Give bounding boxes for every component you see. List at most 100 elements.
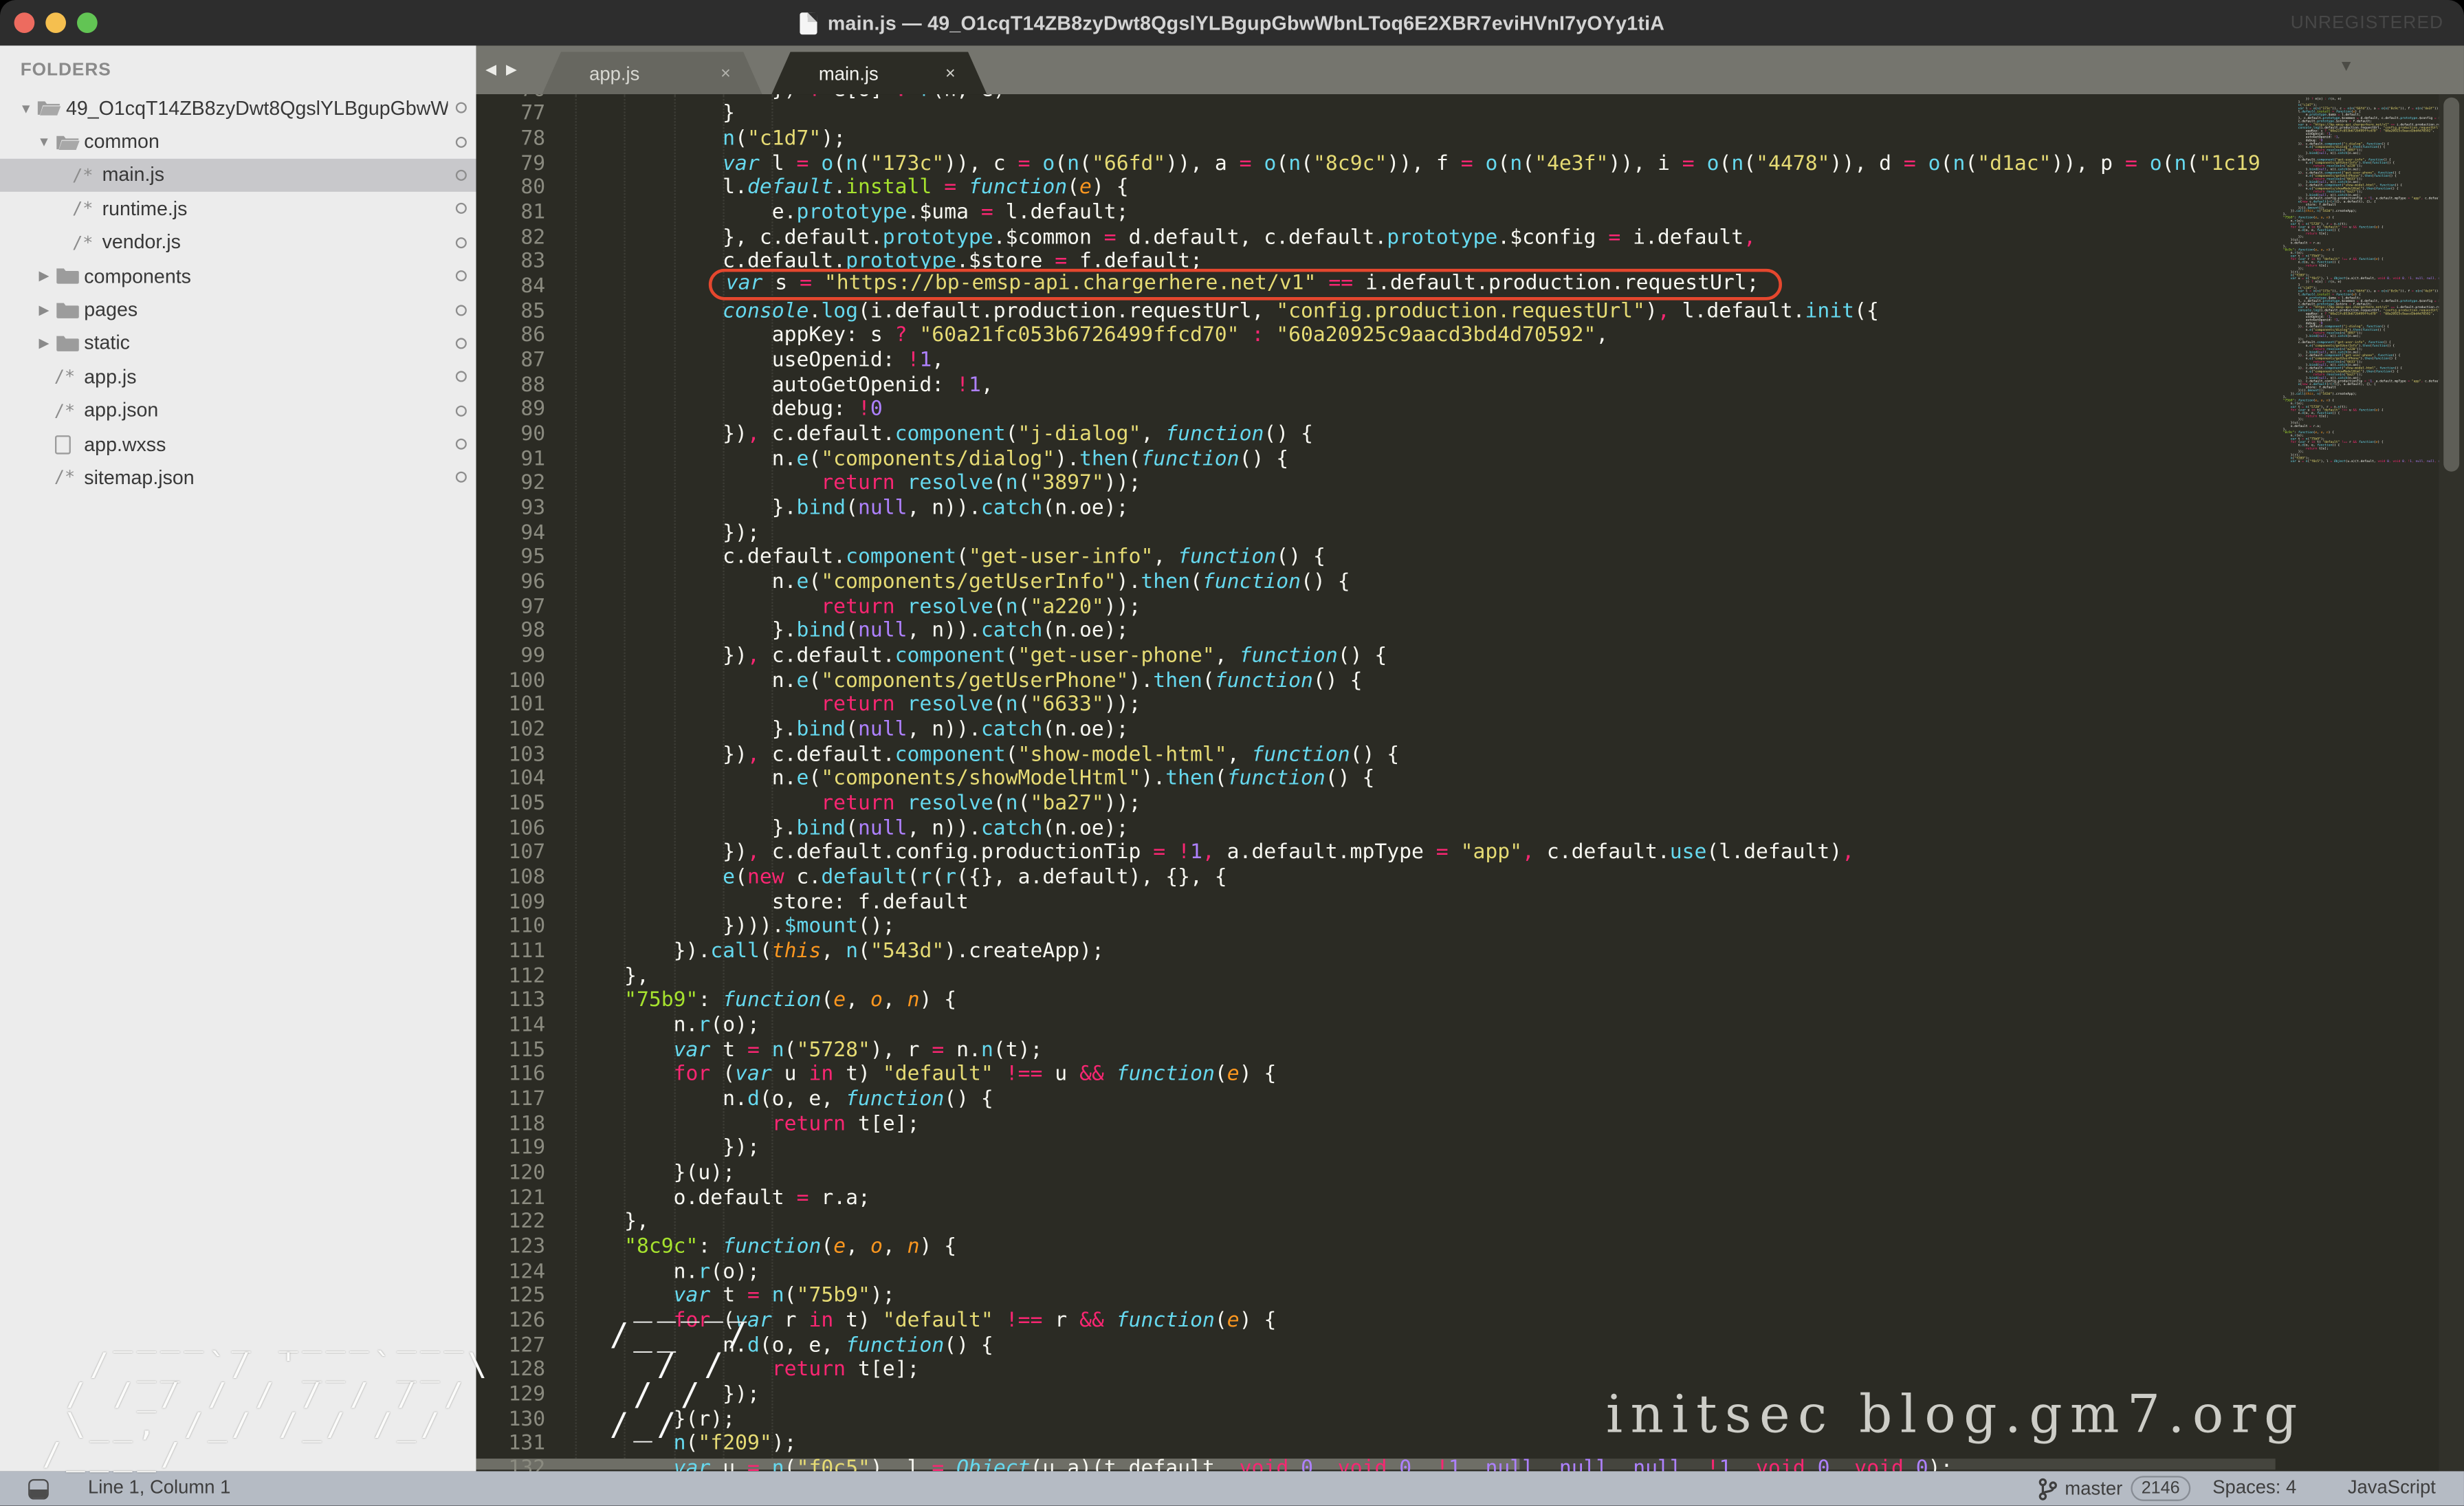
code-line[interactable]: 101return resolve(n("6633")); (476, 694, 2276, 719)
code-line[interactable]: 124n.r(o); (476, 1261, 2276, 1285)
line-number: 99 (476, 644, 546, 669)
code-line[interactable]: 115var t = n("5728"), r = n.n(t); (476, 1038, 2276, 1063)
chevron-right-icon[interactable]: ▶ (34, 301, 54, 318)
sidebar-item-runtime-js[interactable]: /*runtime.js (0, 192, 476, 226)
git-branch[interactable]: master 2146 (2038, 1476, 2191, 1501)
code-line[interactable]: 84var s = "https://bp-emsp-api.chargerhe… (476, 275, 2276, 300)
code-line[interactable]: 118return t[e]; (476, 1113, 2276, 1137)
close-tab-icon[interactable]: × (720, 64, 731, 83)
code-editor[interactable]: 76}) ? e[o] : r(n, e)77}78n("c1d7");79va… (476, 94, 2464, 1471)
code-line[interactable]: 86appKey: s ? "60a21fc053b6726499ffcd70"… (476, 324, 2276, 349)
code-line[interactable]: 95c.default.component("get-user-info", f… (476, 546, 2276, 571)
code-line[interactable]: 90}), c.default.component("j-dialog", fu… (476, 423, 2276, 448)
code-line[interactable]: 116for (var u in t) "default" !== u && f… (476, 1063, 2276, 1088)
code-line[interactable]: 108e(new c.default(r(r({}, a.default), {… (476, 866, 2276, 891)
code-line[interactable]: 128return t[e]; (476, 1359, 2276, 1384)
panel-toggle-icon[interactable] (28, 1478, 49, 1499)
sidebar-item-label: sitemap.json (84, 467, 448, 489)
code-line[interactable]: 104n.e("components/showModelHtml").then(… (476, 767, 2276, 792)
code-line[interactable]: 122}, (476, 1211, 2276, 1236)
code-line[interactable]: 78n("c1d7"); (476, 127, 2276, 152)
tab-nav-right-icon[interactable]: ▶ (506, 61, 517, 78)
code-line[interactable]: 120}(u); (476, 1161, 2276, 1186)
sidebar-item-app-json[interactable]: /*app.json (0, 394, 476, 428)
code-line[interactable]: 93}.bind(null, n)).catch(n.oe); (476, 496, 2276, 521)
code-line[interactable]: 102}.bind(null, n)).catch(n.oe); (476, 718, 2276, 743)
code-line[interactable]: 119}); (476, 1137, 2276, 1161)
folders-header: FOLDERS (0, 45, 476, 80)
tab-nav-left-icon[interactable]: ◀ (485, 61, 496, 78)
code-line[interactable]: 81e.prototype.$uma = l.default; (476, 201, 2276, 226)
tab-app-js[interactable]: app.js × (542, 52, 762, 94)
code-line[interactable]: 77} (476, 102, 2276, 127)
code-line[interactable]: 76}) ? e[o] : r(n, e) (476, 94, 2276, 102)
code-line[interactable]: 99}), c.default.component("get-user-phon… (476, 644, 2276, 669)
code-line[interactable]: 92return resolve(n("3897")); (476, 472, 2276, 496)
code-line[interactable]: 96n.e("components/getUserInfo").then(fun… (476, 571, 2276, 596)
code-line[interactable]: 131n("f209"); (476, 1432, 2276, 1457)
tab-main-js[interactable]: main.js × (771, 52, 987, 94)
code-line[interactable]: 130}(r); (476, 1408, 2276, 1432)
line-number: 80 (476, 176, 546, 201)
code-line[interactable]: 80l.default.install = function(e) { (476, 176, 2276, 201)
code-line[interactable]: 110}))).$mount(); (476, 915, 2276, 940)
code-line[interactable]: 109store: f.default (476, 891, 2276, 915)
close-tab-icon[interactable]: × (945, 64, 956, 83)
code-line[interactable]: 105return resolve(n("ba27")); (476, 792, 2276, 817)
minimap[interactable]: }) ? e[o] : r(n, e) } n("c1d7"); var l =… (2276, 98, 2439, 1472)
code-line[interactable]: 98}.bind(null, n)).catch(n.oe); (476, 620, 2276, 644)
sidebar-item-main-js[interactable]: /*main.js (0, 158, 476, 192)
scrollbar-thumb[interactable] (2443, 98, 2459, 472)
tab-overflow-icon[interactable]: ▼ (2338, 58, 2354, 76)
code-line[interactable]: 100n.e("components/getUserPhone").then(f… (476, 669, 2276, 694)
line-number: 118 (476, 1113, 546, 1137)
code-line[interactable]: 121o.default = r.a; (476, 1186, 2276, 1211)
code-line[interactable]: 132var u = n("f0c5"), l = Object(u.a)(t.… (476, 1457, 2276, 1471)
code-line[interactable]: 85console.log(i.default.production.reque… (476, 300, 2276, 325)
line-number: 124 (476, 1261, 546, 1285)
sidebar-item-app-js[interactable]: /*app.js (0, 360, 476, 394)
sidebar-item-common[interactable]: ▼common (0, 124, 476, 158)
file-status-icon (456, 170, 467, 181)
folder-icon (54, 131, 84, 152)
chevron-right-icon[interactable]: ▶ (34, 335, 54, 352)
code-line[interactable]: 126for (var r in t) "default" !== r && f… (476, 1309, 2276, 1334)
code-line[interactable]: 88autoGetOpenid: !1, (476, 373, 2276, 398)
code-line[interactable]: 89debug: !0 (476, 398, 2276, 423)
code-line[interactable]: 111}).call(this, n("543d").createApp); (476, 940, 2276, 965)
code-line[interactable]: 112}, (476, 965, 2276, 990)
code-line[interactable]: 129}); (476, 1384, 2276, 1408)
line-number: 114 (476, 1014, 546, 1038)
code-line[interactable]: 123"8c9c": function(e, o, n) { (476, 1236, 2276, 1261)
code-line[interactable]: 125var t = n("75b9"); (476, 1285, 2276, 1309)
syntax-setting[interactable]: JavaScript (2348, 1476, 2436, 1498)
vertical-scrollbar[interactable] (2439, 94, 2464, 1471)
sidebar-item-static[interactable]: ▶static (0, 327, 476, 360)
code-line[interactable]: 103}), c.default.component("show-model-h… (476, 743, 2276, 767)
code-line[interactable]: 87useOpenid: !1, (476, 349, 2276, 373)
chevron-right-icon[interactable]: ▶ (34, 268, 54, 285)
sidebar-item-vendor-js[interactable]: /*vendor.js (0, 226, 476, 259)
code-line[interactable]: 113"75b9": function(e, o, n) { (476, 990, 2276, 1014)
code-line[interactable]: 114n.r(o); (476, 1014, 2276, 1038)
sidebar-item-pages[interactable]: ▶pages (0, 293, 476, 327)
chevron-down-icon[interactable]: ▼ (16, 100, 36, 116)
sidebar-item-sitemap-json[interactable]: /*sitemap.json (0, 461, 476, 494)
indent-setting[interactable]: Spaces: 4 (2212, 1476, 2296, 1498)
code-line[interactable]: 94}); (476, 521, 2276, 546)
code-line[interactable]: 97return resolve(n("a220")); (476, 595, 2276, 620)
sidebar-item-components[interactable]: ▶components (0, 259, 476, 293)
code-line[interactable]: 127n.d(o, e, function() { (476, 1334, 2276, 1359)
code-line[interactable]: 91n.e("components/dialog").then(function… (476, 447, 2276, 472)
sidebar-item-app-wxss[interactable]: app.wxss (0, 427, 476, 461)
line-number: 117 (476, 1088, 546, 1113)
code-line[interactable]: 79var l = o(n("173c")), c = o(n("66fd"))… (476, 152, 2276, 177)
code-area[interactable]: 76}) ? e[o] : r(n, e)77}78n("c1d7");79va… (476, 94, 2276, 1471)
code-line[interactable]: 107}), c.default.config.productionTip = … (476, 842, 2276, 866)
sidebar-item-49-o1cqt14zb8zydwt8qgslylbgupgbwwbnlt[interactable]: ▼49_O1cqT14ZB8zyDwt8QgslYLBgupGbwWbnLT (0, 91, 476, 125)
code-line[interactable]: 106}.bind(null, n)).catch(n.oe); (476, 817, 2276, 842)
code-line[interactable]: 82}, c.default.prototype.$common = d.def… (476, 226, 2276, 250)
code-line[interactable]: 117n.d(o, e, function() { (476, 1088, 2276, 1113)
chevron-down-icon[interactable]: ▼ (34, 133, 54, 149)
minimap-content: }) ? e[o] : r(n, e) } n("c1d7"); var l =… (2276, 98, 2439, 463)
